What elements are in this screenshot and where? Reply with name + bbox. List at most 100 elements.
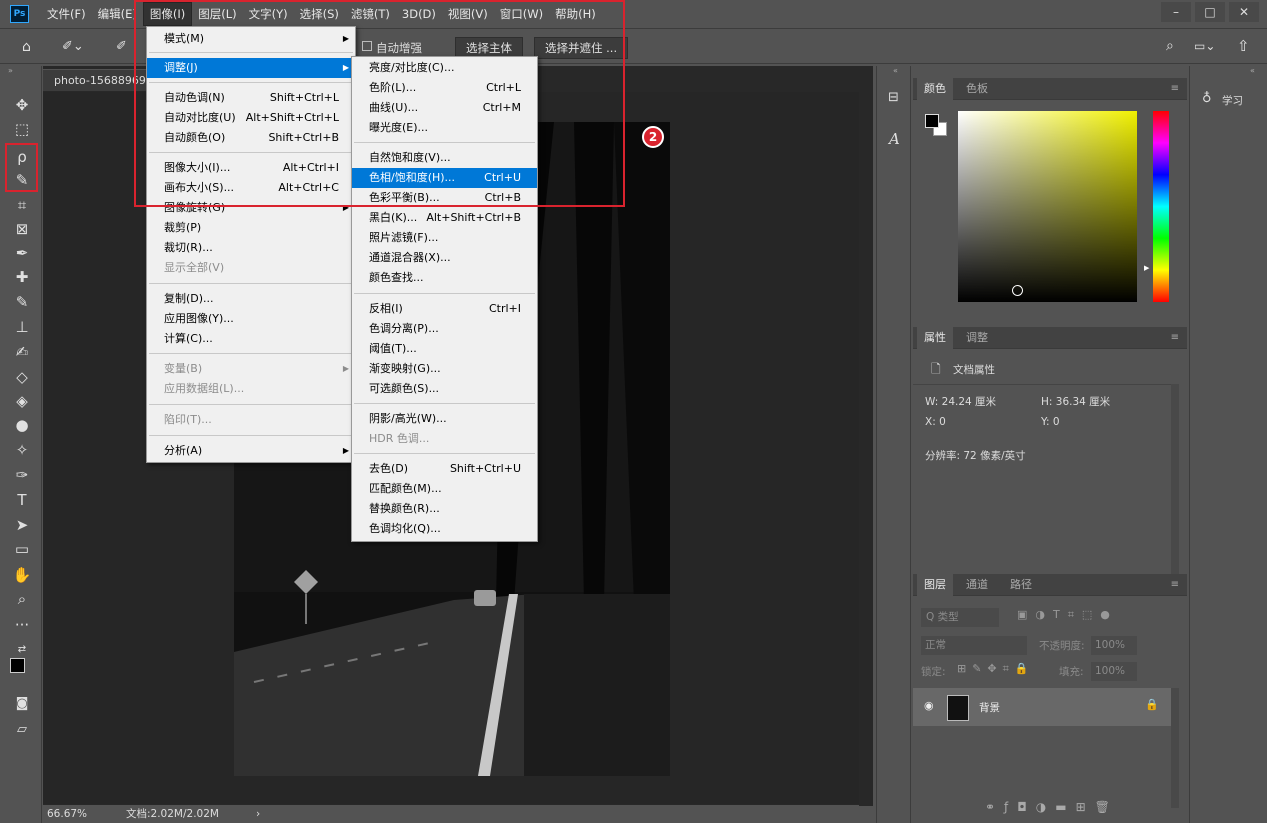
eyedropper-tool-icon[interactable]: ✒ <box>10 242 34 264</box>
brush-add-icon[interactable]: ✐ <box>116 39 127 54</box>
tab-paths[interactable]: 路径 <box>1003 574 1039 596</box>
adjust-photo-filter[interactable]: 照片滤镜(F)... <box>352 228 537 248</box>
adjust-hdr-toning[interactable]: HDR 色调... <box>352 429 537 449</box>
zoom-level[interactable]: 66.67% <box>47 805 87 823</box>
swap-colors-icon[interactable]: ⇄ <box>10 638 34 660</box>
menu-item-variables[interactable]: 变量(B) ▶ <box>147 359 355 379</box>
tab-channels[interactable]: 通道 <box>959 574 995 596</box>
adjust-equalize[interactable]: 色调均化(Q)... <box>352 519 537 539</box>
menu-item-trap[interactable]: 陷印(T)... <box>147 410 355 430</box>
learn-label[interactable]: 学习 <box>1222 93 1243 108</box>
adjust-posterize[interactable]: 色调分离(P)... <box>352 319 537 339</box>
quick-mask-icon[interactable]: ◙ <box>10 692 34 714</box>
panel-menu-icon[interactable]: ≡ <box>1171 579 1179 590</box>
layer-name[interactable]: 背景 <box>979 700 1000 715</box>
adjust-threshold[interactable]: 阈值(T)... <box>352 339 537 359</box>
color-picker-cursor[interactable] <box>1012 285 1023 296</box>
rectangle-tool-icon[interactable]: ▭ <box>10 538 34 560</box>
adjust-selective-color[interactable]: 可选颜色(S)... <box>352 379 537 399</box>
history-brush-icon[interactable]: ✍ <box>10 341 34 363</box>
width-value[interactable]: W: 24.24 厘米 <box>925 394 996 409</box>
path-select-icon[interactable]: ➤ <box>10 514 34 536</box>
workspace-icon[interactable]: ▭⌄ <box>1194 39 1215 53</box>
clone-stamp-icon[interactable]: ⊥ <box>10 316 34 338</box>
tab-layers[interactable]: 图层 <box>917 574 953 596</box>
adjust-color-lookup[interactable]: 颜色查找... <box>352 268 537 288</box>
adjust-replace-color[interactable]: 替换颜色(R)... <box>352 499 537 519</box>
hand-tool-icon[interactable]: ✋ <box>10 564 34 586</box>
dodge-tool-icon[interactable]: ✧ <box>10 439 34 461</box>
menu-item-duplicate[interactable]: 复制(D)... <box>147 289 355 309</box>
eye-icon[interactable]: ◉ <box>924 699 934 712</box>
hue-slider-handle-icon[interactable]: ▶ <box>1144 264 1149 272</box>
tab-adjustments[interactable]: 调整 <box>959 327 995 349</box>
y-value[interactable]: Y: 0 <box>1041 416 1060 428</box>
marquee-tool-icon[interactable]: ⬚ <box>10 118 34 140</box>
tab-properties[interactable]: 属性 <box>917 327 953 349</box>
move-tool-icon[interactable]: ✥ <box>10 94 34 116</box>
screen-mode-icon[interactable]: ▱ <box>10 718 34 740</box>
color-picker-field[interactable] <box>958 111 1137 302</box>
collapse-icon[interactable]: » <box>8 66 13 75</box>
adjust-invert[interactable]: 反相(I) Ctrl+I <box>352 299 537 319</box>
tab-color[interactable]: 颜色 <box>917 78 953 100</box>
document-tab[interactable]: photo-15688969 <box>43 69 148 91</box>
pen-tool-icon[interactable]: ✑ <box>10 464 34 486</box>
layer-filter-select[interactable]: Q 类型 <box>921 608 999 627</box>
fill-input[interactable]: 100% <box>1091 662 1137 681</box>
frame-tool-icon[interactable]: ⊠ <box>10 218 34 240</box>
adjust-shadows-highlights[interactable]: 阴影/高光(W)... <box>352 409 537 429</box>
menu-item-calculations[interactable]: 计算(C)... <box>147 329 355 349</box>
menu-item-analysis[interactable]: 分析(A) ▶ <box>147 441 355 461</box>
layer-filter-icons[interactable]: ▣◑T⌗⬚● <box>1017 608 1118 622</box>
adjust-gradient-map[interactable]: 渐变映射(G)... <box>352 359 537 379</box>
crop-tool-icon[interactable]: ⌗ <box>10 194 34 216</box>
panel-menu-icon[interactable]: ≡ <box>1171 83 1179 94</box>
history-panel-icon[interactable]: ⊟ <box>888 90 899 105</box>
panel-menu-icon[interactable]: ≡ <box>1171 332 1179 343</box>
collapse-icon[interactable]: « <box>893 66 898 75</box>
foreground-color-swatch[interactable] <box>10 658 25 673</box>
adjust-match-color[interactable]: 匹配颜色(M)... <box>352 479 537 499</box>
layer-row-background[interactable]: ◉ 背景 🔒 <box>913 688 1171 726</box>
paint-bucket-icon[interactable]: ◈ <box>10 390 34 412</box>
maximize-button[interactable]: □ <box>1195 2 1225 22</box>
minimize-button[interactable]: – <box>1161 2 1191 22</box>
menu-item-crop[interactable]: 裁剪(P) <box>147 218 355 238</box>
glyphs-panel-icon[interactable]: A <box>889 130 900 148</box>
brush-tool-icon[interactable]: ✎ <box>10 291 34 313</box>
properties-scrollbar[interactable] <box>1171 384 1179 574</box>
quick-select-brush-icon[interactable]: ✐⌄ <box>62 39 84 54</box>
menu-file[interactable]: 文件(F) <box>41 2 92 26</box>
status-chevron-icon[interactable]: › <box>256 805 260 823</box>
doc-size-info[interactable]: 文档:2.02M/2.02M <box>126 805 219 823</box>
x-value[interactable]: X: 0 <box>925 416 946 428</box>
adjust-channel-mixer[interactable]: 通道混合器(X)... <box>352 248 537 268</box>
adjust-black-white[interactable]: 黑白(K)... Alt+Shift+Ctrl+B <box>352 208 537 228</box>
search-icon[interactable]: ⌕ <box>1166 38 1174 54</box>
lock-icon[interactable]: 🔒 <box>1145 698 1159 711</box>
menu-item-trim[interactable]: 裁切(R)... <box>147 238 355 258</box>
lock-icons[interactable]: ⊞✎✥⌗🔒 <box>957 662 1035 676</box>
menu-item-apply-data-set[interactable]: 应用数据组(L)... <box>147 379 355 399</box>
opacity-input[interactable]: 100% <box>1091 636 1137 655</box>
tab-swatches[interactable]: 色板 <box>959 78 995 100</box>
close-button[interactable]: ✕ <box>1229 2 1259 22</box>
healing-brush-icon[interactable]: ✚ <box>10 266 34 288</box>
layers-scrollbar[interactable] <box>1171 688 1179 808</box>
adjust-desaturate[interactable]: 去色(D) Shift+Ctrl+U <box>352 459 537 479</box>
blend-mode-select[interactable]: 正常 <box>921 636 1027 655</box>
collapse-icon[interactable]: « <box>1250 66 1255 75</box>
eraser-tool-icon[interactable]: ◇ <box>10 366 34 388</box>
menu-item-apply-image[interactable]: 应用图像(Y)... <box>147 309 355 329</box>
height-value[interactable]: H: 36.34 厘米 <box>1041 394 1110 409</box>
share-icon[interactable]: ⇧ <box>1237 37 1250 55</box>
more-tools-icon[interactable]: ··· <box>10 614 34 636</box>
menu-item-reveal-all[interactable]: 显示全部(V) <box>147 258 355 278</box>
layers-footer-icons[interactable]: ⚭ƒ◘◑▬⊞🗑 <box>985 800 1119 814</box>
type-tool-icon[interactable]: T <box>10 489 34 511</box>
blur-tool-icon[interactable]: ● <box>10 414 34 436</box>
lightbulb-icon[interactable]: ♁ <box>1202 91 1212 106</box>
color-foreground-swatch[interactable] <box>925 114 939 128</box>
home-icon[interactable]: ⌂ <box>22 39 31 55</box>
